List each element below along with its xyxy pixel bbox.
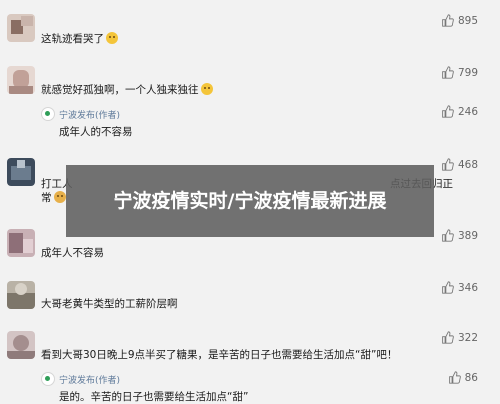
comment-text-line2: 常 (41, 190, 66, 205)
comment-text: 就感觉好孤独啊，一个人独来独往 (41, 83, 213, 97)
like-count: 86 (464, 371, 478, 384)
comment-text: 这轨迹看哭了 (41, 32, 118, 46)
sad-emoji-icon (200, 83, 213, 95)
like-button[interactable]: 468 (441, 158, 478, 171)
like-button[interactable]: 389 (441, 229, 478, 242)
like-count: 895 (457, 14, 478, 27)
like-count: 322 (457, 331, 478, 344)
reply-text: 是的。辛苦的日子也需要给生活加点“甜” (59, 391, 249, 403)
avatar[interactable] (7, 14, 35, 42)
thumbs-up-icon (442, 105, 454, 118)
praying-hands-emoji-icon (53, 191, 66, 203)
thumbs-up-icon (448, 371, 461, 384)
author-reply: 宁波发布(作者) 是的。辛苦的日子也需要给生活加点“甜” (41, 372, 248, 404)
avatar[interactable] (7, 281, 35, 309)
reply-author[interactable]: 宁波发布(作者) (59, 108, 120, 121)
avatar[interactable] (7, 229, 35, 257)
thumbs-up-icon (442, 66, 454, 79)
reply-author[interactable]: 宁波发布(作者) (59, 373, 120, 386)
like-button[interactable]: 86 (448, 371, 478, 384)
overlay-title: 宁波疫情实时/宁波疫情最新进展 (113, 189, 387, 212)
thumbs-up-icon (442, 158, 454, 171)
avatar[interactable] (7, 66, 35, 94)
like-count: 246 (457, 105, 478, 118)
comment-text: 看到大哥30日晚上9点半买了糖果，是辛苦的日子也需要给生活加点“甜”吧！ (41, 349, 398, 361)
avatar[interactable] (7, 331, 35, 359)
like-count: 468 (457, 158, 478, 171)
like-button[interactable]: 246 (441, 105, 478, 118)
reply-text: 成年人的不容易 (59, 126, 133, 138)
title-overlay: 宁波疫情实时/宁波疫情最新进展 (66, 165, 434, 237)
like-count: 799 (457, 66, 478, 79)
verified-badge-icon (41, 107, 55, 121)
thumbs-up-icon (442, 229, 454, 242)
like-button[interactable]: 322 (441, 331, 478, 344)
like-button[interactable]: 346 (441, 281, 478, 294)
like-count: 389 (457, 229, 478, 242)
crying-emoji-icon (106, 32, 118, 44)
like-count: 346 (457, 281, 478, 294)
comment-text: 大哥老黄牛类型的工薪阶层啊 (41, 298, 178, 310)
comment-text: 成年人不容易 (41, 247, 104, 259)
author-reply: 宁波发布(作者) 成年人的不容易 (41, 107, 133, 139)
like-button[interactable]: 895 (441, 14, 478, 27)
like-button[interactable]: 799 (441, 66, 478, 79)
verified-badge-icon (41, 372, 55, 386)
thumbs-up-icon (442, 331, 454, 344)
thumbs-up-icon (442, 14, 454, 27)
thumbs-up-icon (442, 281, 454, 294)
avatar[interactable] (7, 158, 35, 186)
